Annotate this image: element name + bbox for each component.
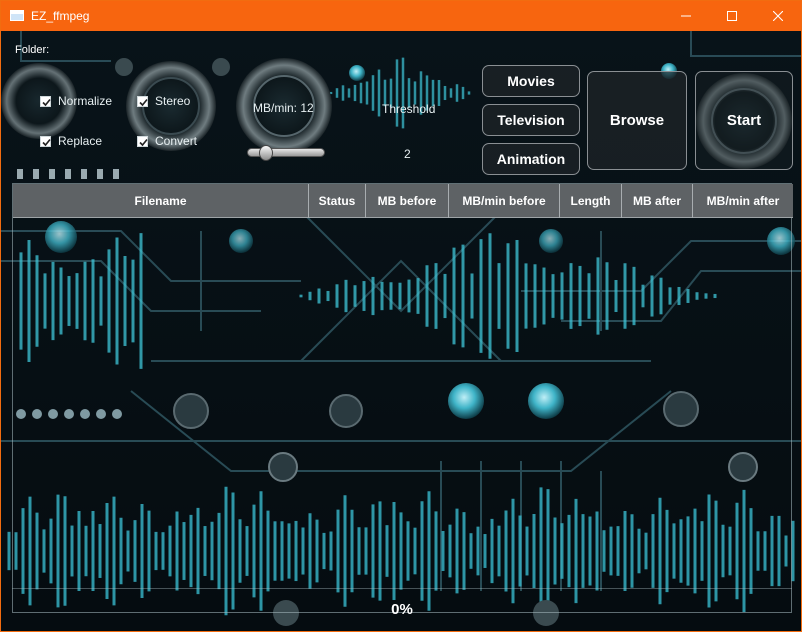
column-mb-before[interactable]: MB before <box>366 184 449 218</box>
browse-button[interactable]: Browse <box>587 71 687 170</box>
column-mb-after[interactable]: MB after <box>622 184 693 218</box>
start-button[interactable]: Start <box>695 71 793 170</box>
column-mb-min-before[interactable]: MB/min before <box>449 184 560 218</box>
title-bar[interactable]: EZ_ffmpeg <box>1 1 801 31</box>
movies-button[interactable]: Movies <box>482 65 580 97</box>
close-button[interactable] <box>755 1 801 31</box>
close-icon <box>773 11 783 21</box>
app-window-icon <box>10 10 24 21</box>
convert-check-icon <box>137 135 148 147</box>
replace-check-icon <box>40 135 51 147</box>
stereo-checkbox[interactable]: Stereo <box>137 94 190 108</box>
column-filename[interactable]: Filename <box>13 184 309 218</box>
normalize-check-icon <box>40 95 51 107</box>
folder-label: Folder: <box>15 44 50 56</box>
mb-per-min-slider[interactable] <box>247 145 325 161</box>
convert-label: Convert <box>155 134 198 148</box>
column-mb-min-after[interactable]: MB/min after <box>693 184 793 218</box>
progress-bar: 0% <box>12 588 792 626</box>
minimize-icon <box>681 15 691 17</box>
mb-per-min-label: MB/min: 12 <box>253 101 314 115</box>
stereo-label: Stereo <box>155 94 191 108</box>
normalize-label: Normalize <box>58 94 113 108</box>
window-title: EZ_ffmpeg <box>31 9 90 23</box>
slider-handle[interactable] <box>259 145 273 161</box>
minimize-button[interactable] <box>663 1 709 31</box>
stereo-check-icon <box>137 95 148 107</box>
main-content: Folder: Normalize Stereo Replace Convert… <box>1 31 801 631</box>
progress-text: 0% <box>391 601 413 618</box>
replace-label: Replace <box>58 134 103 148</box>
threshold-value[interactable]: 2 <box>404 147 411 161</box>
television-button[interactable]: Television <box>482 104 580 136</box>
convert-checkbox[interactable]: Convert <box>137 134 197 148</box>
maximize-icon <box>727 11 737 21</box>
file-table[interactable]: Filename Status MB before MB/min before … <box>12 183 793 613</box>
table-header: Filename Status MB before MB/min before … <box>13 184 793 218</box>
animation-button[interactable]: Animation <box>482 143 580 175</box>
maximize-button[interactable] <box>709 1 755 31</box>
replace-checkbox[interactable]: Replace <box>40 134 102 148</box>
app-window: EZ_ffmpeg Folder: Normalize Stereo Repla… <box>0 0 802 632</box>
column-length[interactable]: Length <box>560 184 622 218</box>
normalize-checkbox[interactable]: Normalize <box>40 94 112 108</box>
threshold-label: Threshold <box>382 102 436 116</box>
column-status[interactable]: Status <box>309 184 366 218</box>
